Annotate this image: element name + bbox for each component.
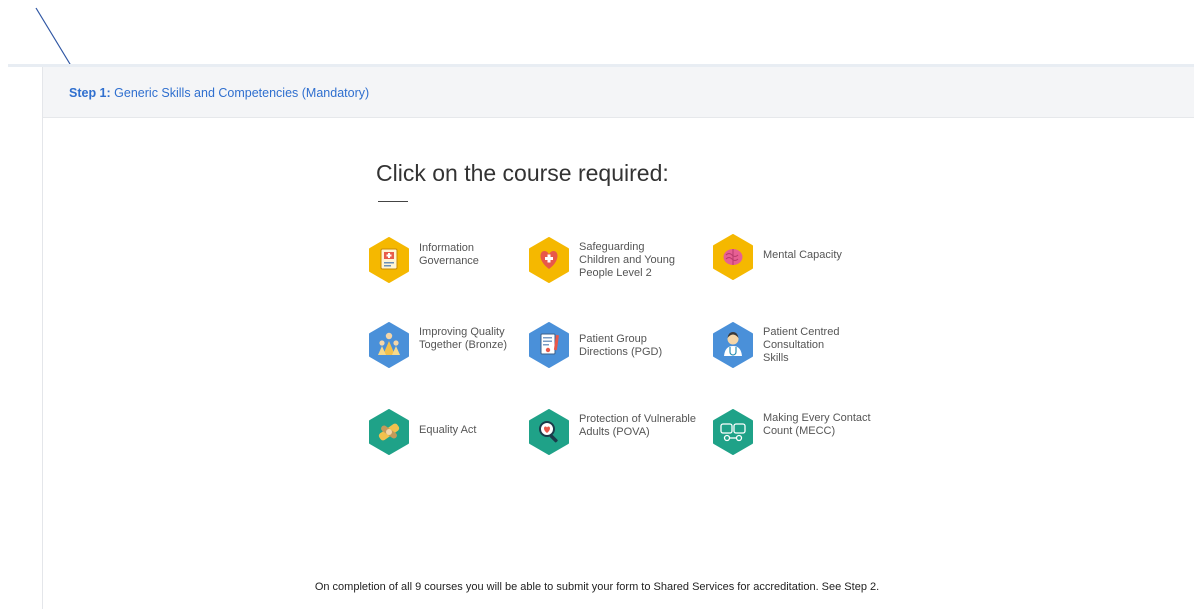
step-1-link[interactable]: Step 1: Generic Skills and Competencies … [69, 86, 369, 100]
magnifier-heart-icon [529, 409, 569, 455]
course-making-every-contact-count[interactable]: Making Every Contact Count (MECC) [712, 409, 892, 457]
course-label-line: Improving Quality [419, 326, 505, 338]
heading-divider [378, 201, 408, 202]
course-protection-vulnerable-adults[interactable]: Protection of Vulnerable Adults (POVA) [528, 409, 708, 457]
course-patient-centred-consultation[interactable]: Patient Centred Consultation Skills [712, 322, 892, 370]
course-label-line: Children and Young [579, 254, 676, 266]
step-header: Step 1: Generic Skills and Competencies … [43, 67, 1194, 118]
step-title-text: Generic Skills and Competencies (Mandato… [114, 86, 370, 100]
course-label-line: Protection of Vulnerable [579, 413, 696, 425]
course-label-line: People Level 2 [579, 267, 652, 279]
speech-bubbles-icon [713, 409, 753, 455]
doctor-icon [713, 322, 753, 368]
course-label-line: Safeguarding [579, 241, 645, 253]
course-label-line: Patient Group [579, 333, 647, 345]
id-card-icon [369, 237, 409, 283]
course-label-line: Information [419, 242, 475, 254]
course-label-line: Directions (PGD) [579, 346, 663, 358]
course-label-line: Governance [419, 255, 479, 267]
heart-cross-icon [529, 237, 569, 283]
course-label-line: Count (MECC) [763, 425, 836, 437]
course-label-line: Together (Bronze) [419, 339, 508, 351]
course-label-line: Consultation [763, 339, 825, 351]
course-patient-group-directions[interactable]: Patient Group Directions (PGD) [528, 322, 708, 370]
page-heading: Click on the course required: [376, 160, 669, 186]
completion-note: On completion of all 9 courses you will … [314, 581, 880, 593]
course-improving-quality-together[interactable]: Improving Quality Together (Bronze) [368, 322, 548, 370]
document-pen-icon [529, 322, 569, 368]
course-label-line: Equality Act [419, 424, 477, 436]
course-label-line: Making Every Contact [763, 412, 871, 424]
course-mental-capacity[interactable]: Mental Capacity [712, 234, 892, 282]
course-equality-act[interactable]: Equality Act [368, 409, 548, 457]
course-label-line: Adults (POVA) [579, 426, 650, 438]
course-information-governance[interactable]: Information Governance [368, 237, 548, 285]
course-safeguarding-children[interactable]: Safeguarding Children and Young People Lev… [528, 237, 708, 285]
handshake-icon [369, 409, 409, 455]
course-label-line: Mental Capacity [763, 249, 842, 261]
brain-icon [713, 234, 753, 280]
step-number-label: Step 1: [69, 86, 111, 100]
course-label-line: Patient Centred [763, 326, 840, 338]
course-label-line: Skills [763, 352, 789, 364]
team-icon [369, 322, 409, 368]
